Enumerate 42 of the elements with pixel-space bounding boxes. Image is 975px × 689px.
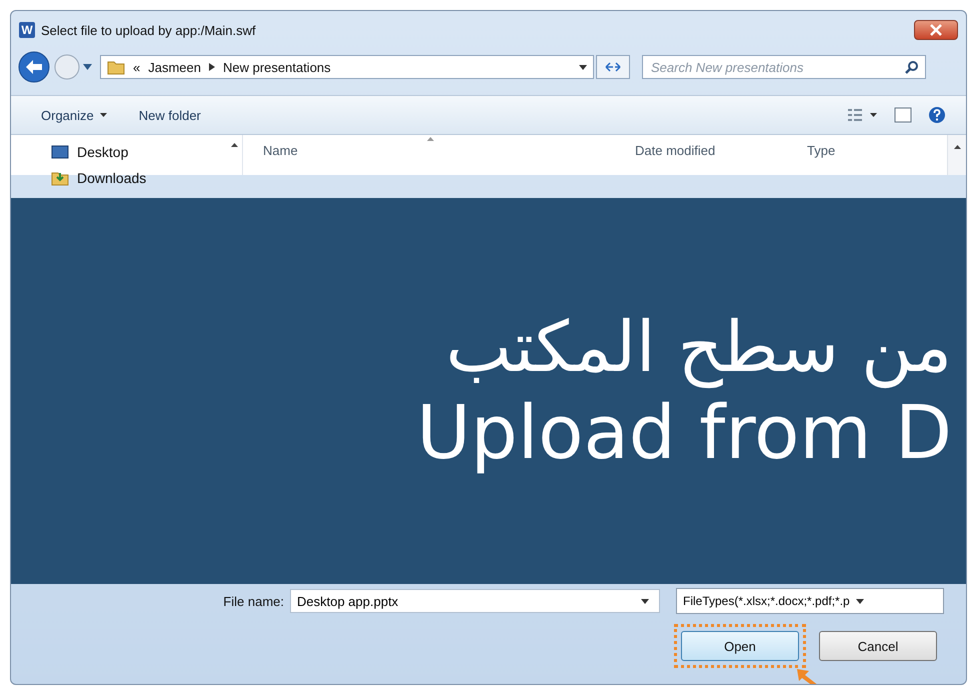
refresh-button[interactable] [596, 55, 630, 79]
sort-icon [427, 137, 434, 141]
banner-heading: من سطح المكتب [446, 304, 952, 389]
view-icon[interactable] [848, 108, 878, 122]
caret-icon[interactable] [83, 64, 92, 70]
refresh-icon [605, 61, 621, 73]
dialog-button[interactable]: Open [681, 631, 799, 661]
folder-icon [51, 170, 69, 186]
search-icon [905, 60, 919, 74]
nav-item[interactable]: Downloads [51, 165, 226, 191]
nav-item[interactable]: Desktop [51, 139, 226, 165]
toolbar-button[interactable]: Organize [33, 104, 115, 126]
help-icon[interactable] [928, 106, 946, 124]
caret-icon [641, 598, 649, 604]
breadcrumb[interactable]: Jasmeen [148, 60, 201, 74]
window-title: Select file to upload by app:/Main.swf [41, 22, 256, 38]
address-bar[interactable]: « Jasmeen New presentations [100, 55, 594, 79]
toolbar-button[interactable]: New folder [130, 104, 209, 126]
column-header[interactable]: Name [263, 143, 635, 158]
breadcrumb[interactable]: New presentations [222, 60, 331, 74]
desktop-icon [51, 145, 69, 159]
file-name-label: File name: [223, 594, 284, 608]
back-icon[interactable] [17, 50, 51, 84]
caret-icon [100, 113, 107, 117]
scroll-up-icon[interactable] [230, 143, 238, 147]
close-button[interactable] [914, 20, 958, 40]
preview-pane-icon[interactable] [894, 107, 912, 123]
banner-heading: Upload from D [416, 388, 952, 478]
separator-icon [208, 63, 215, 71]
folder-icon [107, 59, 125, 75]
caret-icon [856, 598, 864, 604]
search-field[interactable]: Search New presentations [642, 55, 926, 79]
dialog-button[interactable]: Cancel [819, 631, 937, 661]
column-header[interactable]: Type [807, 143, 836, 158]
file-type-dropdown[interactable]: FileTypes(*.xlsx;*.docx;*.pdf;*.p [676, 588, 944, 614]
scroll-up-icon[interactable] [954, 145, 960, 149]
close-icon [929, 24, 943, 36]
column-header[interactable]: Date modified [635, 143, 807, 158]
app-icon: W [19, 22, 35, 38]
overflow-chevron: « [133, 60, 140, 74]
caret-icon[interactable] [579, 64, 587, 70]
file-name-field[interactable]: Desktop app.pptx [290, 589, 660, 613]
